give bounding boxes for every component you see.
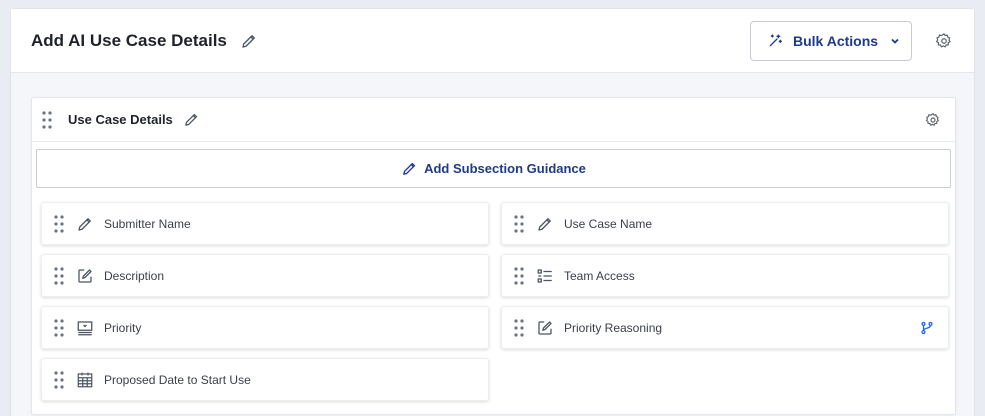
calendar-icon [76,371,94,389]
edit-box-icon [76,267,94,285]
field-label: Submitter Name [104,216,191,231]
settings-gear-icon[interactable] [934,31,954,51]
drag-handle-icon[interactable] [54,370,64,389]
drag-handle-icon[interactable] [54,266,64,285]
guidance-label: Add Subsection Guidance [424,161,586,176]
drag-handle-icon[interactable] [54,318,64,337]
field-label: Proposed Date to Start Use [104,372,251,387]
field-proposed-date[interactable]: Proposed Date to Start Use [41,358,489,401]
field-priority[interactable]: Priority [41,306,489,349]
add-subsection-guidance-button[interactable]: Add Subsection Guidance [36,149,951,188]
section-header: Use Case Details [32,98,955,142]
field-label: Use Case Name [564,216,653,231]
field-team-access[interactable]: Team Access [501,254,949,297]
field-description[interactable]: Description [41,254,489,297]
drag-handle-icon[interactable] [54,214,64,233]
field-submitter-name[interactable]: Submitter Name [41,202,489,245]
section-settings-gear-icon[interactable] [924,111,941,128]
list-icon [536,267,554,285]
edit-section-pencil-icon[interactable] [183,111,201,129]
use-case-details-section: Use Case Details Add Subsection Guidance… [31,97,956,415]
edit-box-icon [536,319,554,337]
bulk-actions-button[interactable]: Bulk Actions [750,21,912,61]
pencil-icon [76,215,94,233]
field-label: Description [104,268,165,283]
page-header: Add AI Use Case Details Bulk Actions [11,9,974,73]
magic-wand-icon [767,33,783,49]
drag-handle-icon[interactable] [514,214,524,233]
section-title: Use Case Details [68,112,173,127]
edit-title-pencil-icon[interactable] [239,31,259,51]
chevron-down-icon [890,36,900,46]
page-card: Add AI Use Case Details Bulk Actions Use… [10,8,975,416]
dropdown-icon [76,319,94,337]
field-label: Priority [104,320,142,335]
branch-logic-icon[interactable] [920,321,934,335]
drag-handle-icon[interactable] [42,110,52,129]
drag-handle-icon[interactable] [514,266,524,285]
page-title: Add AI Use Case Details [31,30,227,50]
bulk-actions-label: Bulk Actions [793,33,879,49]
drag-handle-icon[interactable] [514,318,524,337]
field-priority-reasoning[interactable]: Priority Reasoning [501,306,949,349]
pencil-icon [401,160,418,177]
field-use-case-name[interactable]: Use Case Name [501,202,949,245]
field-label: Team Access [564,268,635,283]
pencil-icon [536,215,554,233]
field-label: Priority Reasoning [564,320,663,335]
